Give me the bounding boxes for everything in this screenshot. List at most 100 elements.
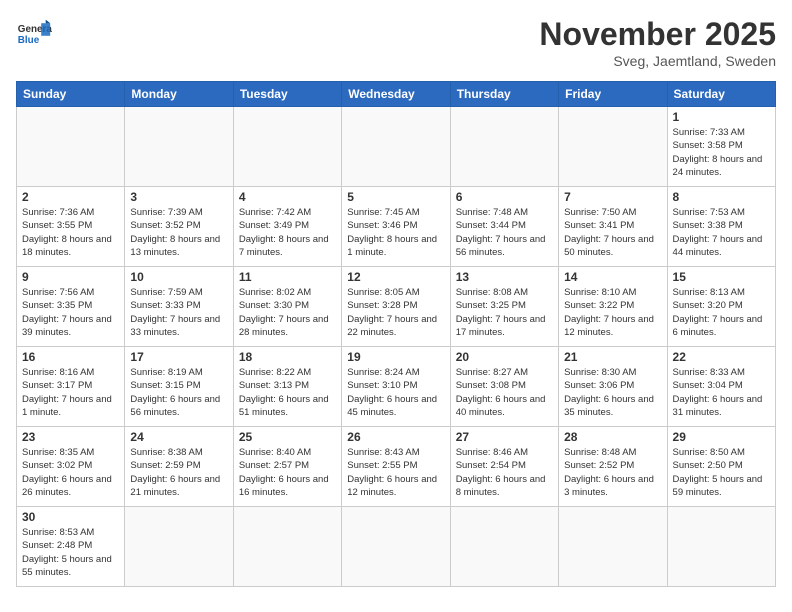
svg-text:Blue: Blue	[18, 35, 40, 46]
calendar-week-2: 9 Sunrise: 7:56 AM Sunset: 3:35 PM Daylig…	[17, 267, 776, 347]
day-number: 30	[22, 510, 119, 524]
day-info: Sunrise: 8:05 AM Sunset: 3:28 PM Dayligh…	[347, 286, 444, 339]
day-info: Sunrise: 7:42 AM Sunset: 3:49 PM Dayligh…	[239, 206, 336, 259]
calendar-cell: 9 Sunrise: 7:56 AM Sunset: 3:35 PM Daylig…	[17, 267, 125, 347]
day-info: Sunrise: 8:50 AM Sunset: 2:50 PM Dayligh…	[673, 446, 770, 499]
day-info: Sunrise: 8:43 AM Sunset: 2:55 PM Dayligh…	[347, 446, 444, 499]
day-info: Sunrise: 8:22 AM Sunset: 3:13 PM Dayligh…	[239, 366, 336, 419]
weekday-header: SundayMondayTuesdayWednesdayThursdayFrid…	[17, 82, 776, 107]
day-info: Sunrise: 8:35 AM Sunset: 3:02 PM Dayligh…	[22, 446, 119, 499]
calendar-cell: 6Sunrise: 7:48 AM Sunset: 3:44 PM Daylig…	[450, 187, 558, 267]
calendar-cell: 7Sunrise: 7:50 AM Sunset: 3:41 PM Daylig…	[559, 187, 667, 267]
calendar-cell: 20Sunrise: 8:27 AM Sunset: 3:08 PM Dayli…	[450, 347, 558, 427]
calendar-cell: 30Sunrise: 8:53 AM Sunset: 2:48 PM Dayli…	[17, 507, 125, 587]
month-title: November 2025	[539, 16, 776, 53]
day-number: 28	[564, 430, 661, 444]
calendar-cell: 10 Sunrise: 7:59 AM Sunset: 3:33 PM Dayli…	[125, 267, 233, 347]
calendar-week-5: 30Sunrise: 8:53 AM Sunset: 2:48 PM Dayli…	[17, 507, 776, 587]
calendar-cell: 1 Sunrise: 7:33 AM Sunset: 3:58 PM Daylig…	[667, 107, 775, 187]
calendar-cell: 23Sunrise: 8:35 AM Sunset: 3:02 PM Dayli…	[17, 427, 125, 507]
day-number: 2	[22, 190, 119, 204]
calendar-cell: 17 Sunrise: 8:19 AM Sunset: 3:15 PM Dayli…	[125, 347, 233, 427]
day-number: 8	[673, 190, 770, 204]
day-number: 14	[564, 270, 661, 284]
calendar-cell: 29 Sunrise: 8:50 AM Sunset: 2:50 PM Dayli…	[667, 427, 775, 507]
calendar-cell: 18 Sunrise: 8:22 AM Sunset: 3:13 PM Dayli…	[233, 347, 341, 427]
day-info: Sunrise: 8:30 AM Sunset: 3:06 PM Dayligh…	[564, 366, 661, 419]
location-title: Sveg, Jaemtland, Sweden	[539, 53, 776, 69]
calendar-cell	[450, 507, 558, 587]
calendar: SundayMondayTuesdayWednesdayThursdayFrid…	[16, 81, 776, 587]
calendar-week-3: 16 Sunrise: 8:16 AM Sunset: 3:17 PM Dayli…	[17, 347, 776, 427]
day-number: 9	[22, 270, 119, 284]
calendar-cell: 5Sunrise: 7:45 AM Sunset: 3:46 PM Daylig…	[342, 187, 450, 267]
calendar-cell	[17, 107, 125, 187]
day-number: 3	[130, 190, 227, 204]
day-info: Sunrise: 7:45 AM Sunset: 3:46 PM Dayligh…	[347, 206, 444, 259]
day-number: 19	[347, 350, 444, 364]
calendar-cell	[559, 107, 667, 187]
day-info: Sunrise: 7:56 AM Sunset: 3:35 PM Dayligh…	[22, 286, 119, 339]
day-number: 18	[239, 350, 336, 364]
day-number: 24	[130, 430, 227, 444]
day-number: 1	[673, 110, 770, 124]
day-info: Sunrise: 8:16 AM Sunset: 3:17 PM Dayligh…	[22, 366, 119, 419]
day-number: 22	[673, 350, 770, 364]
calendar-cell: 24 Sunrise: 8:38 AM Sunset: 2:59 PM Dayli…	[125, 427, 233, 507]
day-info: Sunrise: 7:53 AM Sunset: 3:38 PM Dayligh…	[673, 206, 770, 259]
calendar-cell: 8 Sunrise: 7:53 AM Sunset: 3:38 PM Daylig…	[667, 187, 775, 267]
calendar-cell: 19Sunrise: 8:24 AM Sunset: 3:10 PM Dayli…	[342, 347, 450, 427]
day-info: Sunrise: 7:33 AM Sunset: 3:58 PM Dayligh…	[673, 126, 770, 179]
calendar-cell: 11 Sunrise: 8:02 AM Sunset: 3:30 PM Dayli…	[233, 267, 341, 347]
title-block: November 2025 Sveg, Jaemtland, Sweden	[539, 16, 776, 69]
day-number: 25	[239, 430, 336, 444]
calendar-cell: 12 Sunrise: 8:05 AM Sunset: 3:28 PM Dayli…	[342, 267, 450, 347]
logo: General Blue	[16, 16, 52, 52]
calendar-cell: 13Sunrise: 8:08 AM Sunset: 3:25 PM Dayli…	[450, 267, 558, 347]
calendar-cell: 4 Sunrise: 7:42 AM Sunset: 3:49 PM Daylig…	[233, 187, 341, 267]
day-number: 29	[673, 430, 770, 444]
day-number: 17	[130, 350, 227, 364]
calendar-cell	[342, 107, 450, 187]
calendar-body: 1 Sunrise: 7:33 AM Sunset: 3:58 PM Daylig…	[17, 107, 776, 587]
day-number: 4	[239, 190, 336, 204]
day-info: Sunrise: 8:46 AM Sunset: 2:54 PM Dayligh…	[456, 446, 553, 499]
calendar-cell	[450, 107, 558, 187]
day-info: Sunrise: 8:48 AM Sunset: 2:52 PM Dayligh…	[564, 446, 661, 499]
calendar-cell: 16 Sunrise: 8:16 AM Sunset: 3:17 PM Dayli…	[17, 347, 125, 427]
day-info: Sunrise: 8:40 AM Sunset: 2:57 PM Dayligh…	[239, 446, 336, 499]
day-number: 12	[347, 270, 444, 284]
day-info: Sunrise: 8:02 AM Sunset: 3:30 PM Dayligh…	[239, 286, 336, 339]
logo-icon: General Blue	[16, 16, 52, 52]
calendar-cell: 21Sunrise: 8:30 AM Sunset: 3:06 PM Dayli…	[559, 347, 667, 427]
calendar-cell: 26 Sunrise: 8:43 AM Sunset: 2:55 PM Dayli…	[342, 427, 450, 507]
calendar-week-1: 2Sunrise: 7:36 AM Sunset: 3:55 PM Daylig…	[17, 187, 776, 267]
day-info: Sunrise: 8:19 AM Sunset: 3:15 PM Dayligh…	[130, 366, 227, 419]
weekday-friday: Friday	[559, 82, 667, 107]
day-number: 13	[456, 270, 553, 284]
day-info: Sunrise: 8:38 AM Sunset: 2:59 PM Dayligh…	[130, 446, 227, 499]
day-number: 10	[130, 270, 227, 284]
day-info: Sunrise: 7:59 AM Sunset: 3:33 PM Dayligh…	[130, 286, 227, 339]
weekday-wednesday: Wednesday	[342, 82, 450, 107]
day-info: Sunrise: 8:33 AM Sunset: 3:04 PM Dayligh…	[673, 366, 770, 419]
weekday-tuesday: Tuesday	[233, 82, 341, 107]
calendar-cell	[342, 507, 450, 587]
calendar-cell	[233, 107, 341, 187]
day-number: 15	[673, 270, 770, 284]
calendar-cell: 3 Sunrise: 7:39 AM Sunset: 3:52 PM Daylig…	[125, 187, 233, 267]
day-info: Sunrise: 8:27 AM Sunset: 3:08 PM Dayligh…	[456, 366, 553, 419]
day-number: 16	[22, 350, 119, 364]
calendar-cell	[667, 507, 775, 587]
calendar-cell: 25 Sunrise: 8:40 AM Sunset: 2:57 PM Dayli…	[233, 427, 341, 507]
day-info: Sunrise: 7:39 AM Sunset: 3:52 PM Dayligh…	[130, 206, 227, 259]
day-info: Sunrise: 7:50 AM Sunset: 3:41 PM Dayligh…	[564, 206, 661, 259]
calendar-cell	[233, 507, 341, 587]
day-info: Sunrise: 8:10 AM Sunset: 3:22 PM Dayligh…	[564, 286, 661, 339]
weekday-monday: Monday	[125, 82, 233, 107]
day-number: 26	[347, 430, 444, 444]
day-number: 11	[239, 270, 336, 284]
calendar-cell: 14 Sunrise: 8:10 AM Sunset: 3:22 PM Dayli…	[559, 267, 667, 347]
weekday-saturday: Saturday	[667, 82, 775, 107]
calendar-week-0: 1 Sunrise: 7:33 AM Sunset: 3:58 PM Daylig…	[17, 107, 776, 187]
